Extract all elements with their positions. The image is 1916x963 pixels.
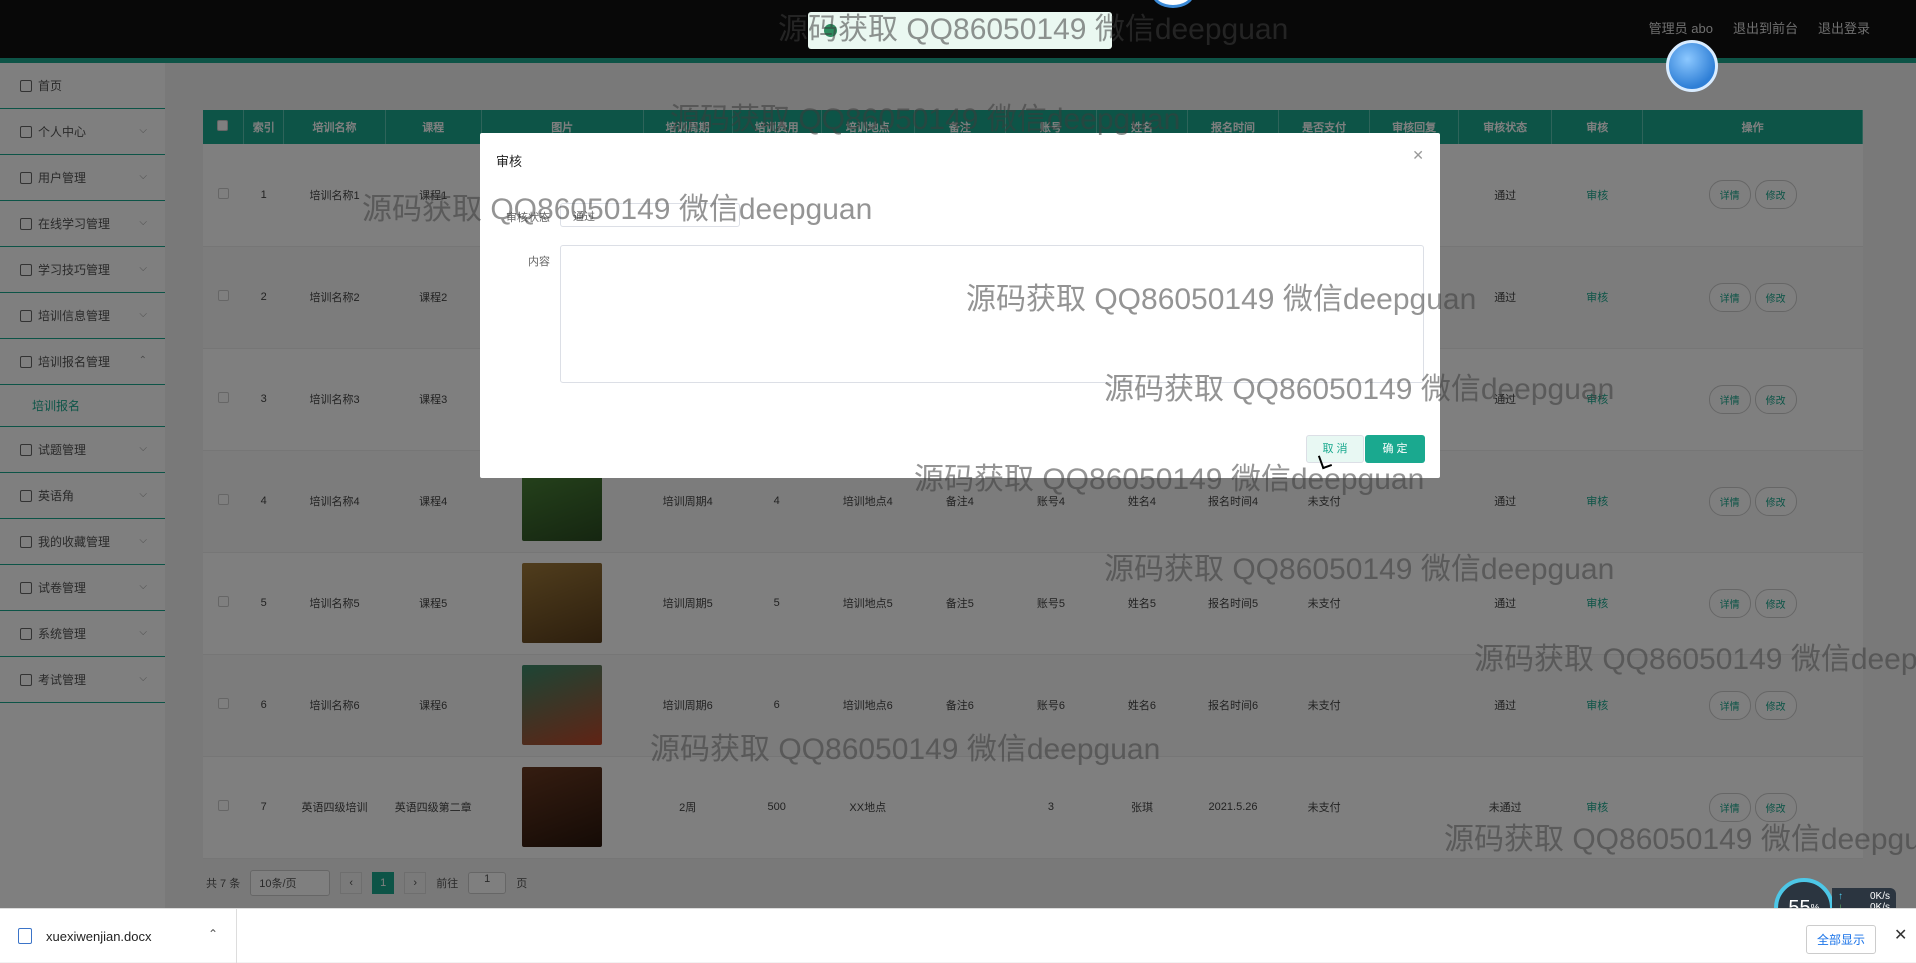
floating-bird-icon[interactable] xyxy=(1666,40,1718,92)
content-textarea[interactable] xyxy=(560,245,1424,383)
download-bar: xuexiwenjian.docx ⌃ 全部显示 ✕ xyxy=(0,908,1916,963)
close-icon[interactable]: ✕ xyxy=(1894,925,1907,945)
close-icon[interactable]: ✕ xyxy=(1412,147,1424,164)
word-file-icon xyxy=(18,928,32,944)
success-toast xyxy=(808,12,1112,49)
audit-dialog: 审核 ✕ 审核状态 通过 内容 取 消 确 定 xyxy=(480,133,1440,478)
download-filename: xuexiwenjian.docx xyxy=(46,928,152,944)
success-icon xyxy=(824,24,837,37)
upload-speed: 0K/s xyxy=(1869,891,1890,902)
download-item[interactable]: xuexiwenjian.docx xyxy=(0,909,237,963)
status-select[interactable]: 通过 xyxy=(560,203,740,227)
content-label: 内容 xyxy=(528,256,550,268)
dialog-title: 审核 xyxy=(496,154,523,169)
upload-arrow-icon: ↑ xyxy=(1838,891,1843,902)
chevron-up-icon[interactable]: ⌃ xyxy=(208,927,218,941)
show-all-button[interactable]: 全部显示 xyxy=(1806,925,1877,954)
cancel-button[interactable]: 取 消 xyxy=(1306,435,1364,463)
status-label: 审核状态 xyxy=(506,212,550,224)
confirm-button[interactable]: 确 定 xyxy=(1365,435,1425,463)
